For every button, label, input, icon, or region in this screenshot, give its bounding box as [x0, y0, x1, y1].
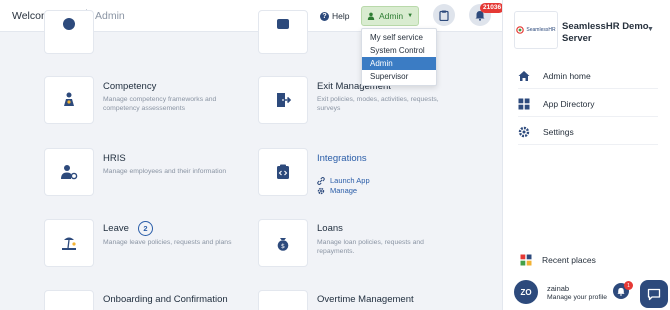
module-card-partial[interactable] — [44, 10, 94, 54]
loans-title[interactable]: Loans — [317, 223, 343, 234]
help-link[interactable]: ? Help — [320, 11, 349, 21]
role-switcher-button[interactable]: Admin ▼ — [361, 6, 419, 26]
beach-icon — [62, 237, 76, 250]
integrations-title[interactable]: Integrations — [317, 153, 367, 164]
company-logo: SeamlessHR — [514, 11, 558, 49]
hris-card[interactable] — [44, 148, 94, 196]
integrations-card[interactable] — [258, 148, 308, 196]
module-icon — [63, 18, 75, 30]
help-label: Help — [332, 11, 350, 21]
competency-title[interactable]: Competency — [103, 81, 156, 92]
leave-card[interactable] — [44, 219, 94, 267]
nav-item-admin-home[interactable]: Admin home — [518, 63, 658, 89]
money-bag-icon: $ — [277, 238, 289, 251]
launch-app-link[interactable]: Launch App — [317, 176, 370, 185]
onboarding-title[interactable]: Onboarding and Confirmation — [103, 294, 228, 305]
person-icon — [367, 12, 375, 20]
svg-text:$: $ — [281, 242, 285, 250]
help-icon: ? — [320, 11, 329, 21]
link-icon — [317, 176, 325, 185]
chat-icon — [647, 288, 661, 300]
manage-link[interactable]: Manage — [317, 186, 357, 195]
role-switcher-label: Admin — [378, 11, 404, 21]
competency-description: Manage competency frameworks and compete… — [103, 96, 217, 112]
leave-description: Manage leave policies, requests and plan… — [103, 239, 232, 246]
user-settings-icon — [61, 165, 78, 180]
nav-item-label: Settings — [543, 126, 574, 137]
breadcrumb: Admin — [95, 10, 125, 22]
exit-door-icon — [277, 93, 292, 107]
user-name: zainab — [547, 284, 570, 293]
recent-places[interactable]: Recent places — [520, 254, 596, 266]
manage-label: Manage — [330, 186, 358, 195]
manage-profile-link[interactable]: Manage your profile — [547, 294, 607, 301]
avatar[interactable]: ZO — [514, 280, 538, 304]
chevron-down-icon: ▼ — [407, 13, 414, 19]
nav-item-app-directory[interactable]: App Directory — [518, 91, 658, 117]
leave-title[interactable]: Leave — [103, 223, 129, 234]
overtime-title[interactable]: Overtime Management — [317, 294, 414, 305]
notification-count-badge: 21036 — [480, 3, 505, 13]
leave-count-badge: 2 — [138, 221, 153, 236]
server-name[interactable]: SeamlessHR Demo Server — [562, 21, 652, 45]
nav-item-label: App Directory — [543, 98, 595, 109]
role-menu-item-admin[interactable]: Admin — [362, 57, 436, 70]
recent-places-label: Recent places — [542, 255, 596, 265]
exit-management-description: Exit policies, modes, activities, reques… — [317, 96, 439, 112]
logo-mark-icon — [516, 26, 525, 34]
integration-code-icon — [277, 164, 289, 179]
tasks-button[interactable] — [433, 4, 455, 26]
loans-card[interactable]: $ — [258, 219, 308, 267]
role-menu: My self service System Control Admin Sup… — [361, 28, 437, 86]
gear-icon — [518, 126, 530, 137]
hris-description: Manage employees and their information — [103, 168, 227, 175]
gear-icon — [317, 187, 325, 194]
onboarding-card[interactable] — [44, 290, 94, 310]
overtime-card[interactable] — [258, 290, 308, 310]
launch-app-label: Launch App — [330, 176, 370, 185]
competency-icon — [64, 92, 74, 106]
recent-places-icon — [520, 254, 532, 266]
module-icon — [277, 19, 289, 29]
loans-description: Manage loan policies, requests and repay… — [317, 239, 424, 255]
role-menu-item-system-control[interactable]: System Control — [362, 44, 436, 57]
hris-title[interactable]: HRIS — [103, 153, 126, 164]
side-panel: SeamlessHR SeamlessHR Demo Server ▼ Admi… — [502, 0, 670, 310]
nav-item-settings[interactable]: Settings — [518, 119, 658, 145]
role-menu-item-self-service[interactable]: My self service — [362, 31, 436, 44]
clipboard-icon — [439, 10, 449, 21]
exit-management-card[interactable] — [258, 76, 308, 124]
competency-card[interactable] — [44, 76, 94, 124]
role-menu-item-supervisor[interactable]: Supervisor — [362, 70, 436, 83]
chevron-down-icon[interactable]: ▼ — [647, 26, 654, 33]
module-card-partial[interactable] — [258, 10, 308, 54]
nav-item-label: Admin home — [543, 70, 591, 81]
chat-button[interactable] — [640, 280, 668, 308]
grid-icon — [518, 98, 530, 109]
user-notification-badge: 1 — [624, 281, 633, 290]
home-icon — [518, 70, 530, 81]
logo-text: SeamlessHR — [526, 27, 556, 33]
